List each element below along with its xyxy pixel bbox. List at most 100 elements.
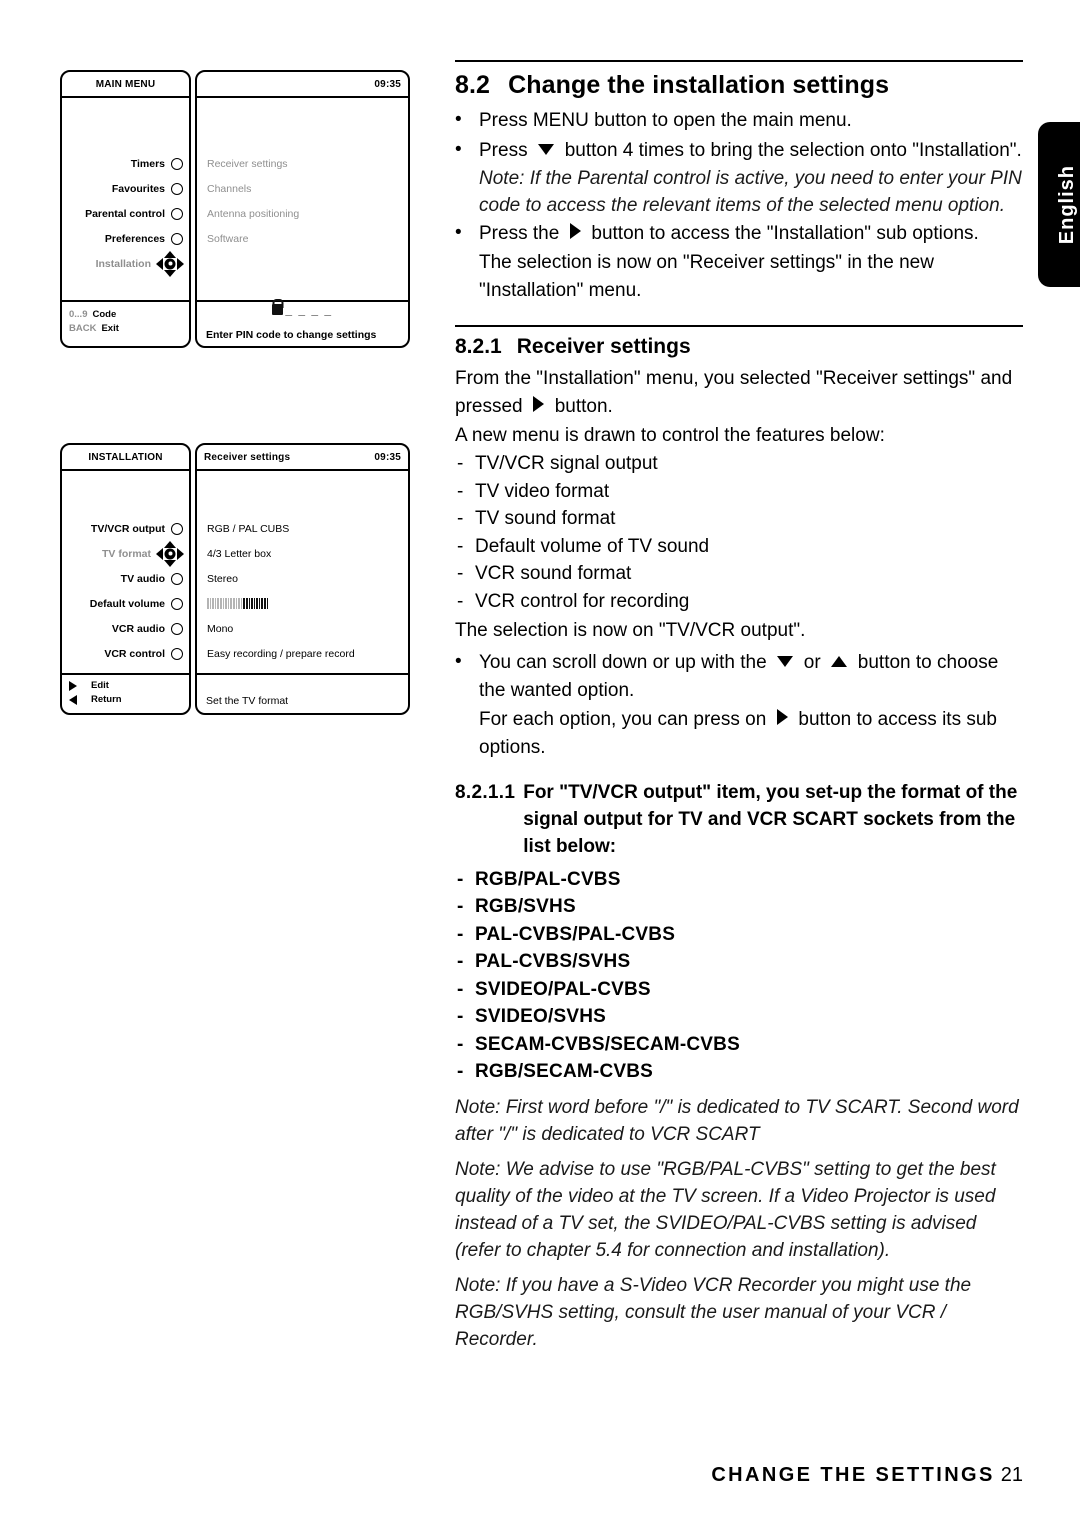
menu-item-tv-vcr-output[interactable]: TV/VCR output — [90, 516, 183, 541]
bullet-text: You can scroll down or up with the or bu… — [479, 649, 1023, 706]
bullet-text-pre: Press — [479, 139, 528, 161]
radio-icon[interactable] — [171, 597, 183, 610]
list-item-label: SVIDEO/SVHS — [475, 1006, 607, 1027]
value-vcr-audio[interactable]: Mono — [207, 616, 355, 641]
dash-marker: - — [457, 1006, 464, 1027]
hint-return: Return — [69, 693, 122, 707]
list-item: - SECAM-CVBS/SECAM-CVBS — [455, 1031, 1023, 1059]
radio-icon[interactable] — [171, 622, 183, 635]
installation-title: INSTALLATION — [62, 445, 189, 471]
list-item-label: SVIDEO/PAL-CVBS — [475, 978, 651, 1000]
bullet-text-pre: You can scroll down or up with the — [479, 651, 767, 673]
dpad-up-icon — [164, 250, 176, 258]
value-tv-format[interactable]: 4/3 Letter box — [207, 541, 355, 566]
value-vcr-control[interactable]: Easy recording / prepare record — [207, 641, 355, 666]
menu-item-label: Installation — [95, 257, 151, 270]
main-menu-right-footer: _ _ _ _ Enter PIN code to change setting… — [197, 300, 408, 346]
language-tab: English — [1038, 122, 1080, 287]
bullet-scroll-options: You can scroll down or up with the or bu… — [455, 648, 1023, 763]
menu-item-label: Parental control — [85, 207, 165, 220]
hint-value: Return — [91, 694, 122, 705]
radio-icon[interactable] — [171, 647, 183, 660]
dash-marker: - — [457, 1061, 464, 1082]
pin-footer-message: Enter PIN code to change settings — [206, 329, 377, 341]
submenu-item-channels[interactable]: Channels — [207, 176, 299, 201]
radio-icon[interactable] — [171, 232, 183, 245]
submenu-item-antenna-positioning[interactable]: Antenna positioning — [207, 201, 299, 226]
dpad-navigation-icon[interactable] — [156, 250, 184, 277]
radio-icon[interactable] — [171, 207, 183, 220]
radio-icon[interactable] — [171, 182, 183, 195]
hint-exit: BACK Exit — [69, 322, 119, 336]
list-item: - RGB/SECAM-CVBS — [455, 1058, 1023, 1086]
article-content: 8.2 Change the installation settings Pre… — [455, 60, 1023, 1353]
dash-marker: - — [457, 480, 464, 502]
list-item: - Default volume of TV sound — [455, 533, 1023, 561]
bullet-text-mid: or — [803, 651, 821, 673]
bullet-text-post: button 4 times to bring the selection on… — [564, 139, 1022, 161]
dpad-navigation-icon[interactable] — [156, 540, 184, 567]
receiver-settings-value-list: RGB / PAL CUBS 4/3 Letter box Stereo Mon… — [207, 516, 355, 666]
menu-item-vcr-audio[interactable]: VCR audio — [90, 616, 183, 641]
play-right-triangle-icon — [69, 681, 77, 691]
dpad-center-icon — [164, 548, 176, 559]
main-menu-hints: 0...9 Code BACK Exit — [69, 308, 119, 336]
value-tv-vcr-output[interactable]: RGB / PAL CUBS — [207, 516, 355, 541]
list-item-label: PAL-CVBS/SVHS — [475, 951, 631, 972]
installation-submenu-list: Receiver settings Channels Antenna posit… — [207, 151, 299, 251]
clock-display: 09:35 — [374, 451, 401, 463]
menu-item-tv-audio[interactable]: TV audio — [90, 566, 183, 591]
value-tv-audio[interactable]: Stereo — [207, 566, 355, 591]
dpad-left-icon — [156, 547, 163, 560]
menu-item-default-volume[interactable]: Default volume — [90, 591, 183, 616]
menu-item-label: Favourites — [111, 182, 165, 195]
dash-marker: - — [457, 590, 464, 612]
figure-installation-menu: INSTALLATION TV/VCR output TV format TV … — [60, 443, 410, 715]
submenu-item-receiver-settings[interactable]: Receiver settings — [207, 151, 299, 176]
radio-icon[interactable] — [171, 157, 183, 170]
paragraph-from-installation-menu: From the "Installation" menu, you select… — [455, 365, 1023, 422]
main-menu-body: Timers Favourites Parental control Prefe… — [62, 98, 189, 300]
hint-key: 0...9 — [69, 309, 88, 320]
page-footer: CHANGE THE SETTINGS 21 — [455, 1464, 1023, 1487]
volume-meter-icon[interactable] — [207, 598, 269, 609]
lock-icon — [272, 304, 284, 315]
menu-item-tv-format[interactable]: TV format — [90, 540, 184, 567]
menu-item-vcr-control[interactable]: VCR control — [90, 641, 183, 666]
list-item-label: Default volume of TV sound — [475, 535, 710, 557]
radio-icon[interactable] — [171, 572, 183, 585]
menu-item-favourites[interactable]: Favourites — [85, 176, 183, 201]
radio-icon[interactable] — [171, 522, 183, 535]
clock-display: 09:35 — [374, 78, 401, 90]
submenu-item-software[interactable]: Software — [207, 226, 299, 251]
menu-item-label: Timers — [130, 157, 165, 170]
dpad-right-icon — [177, 257, 184, 270]
menu-item-label: VCR audio — [111, 622, 165, 635]
dash-marker: - — [457, 978, 464, 1000]
pin-entry-area[interactable]: _ _ _ _ — [197, 304, 408, 316]
section-title: Change the installation settings — [508, 71, 890, 99]
feature-list: - TV/VCR signal output - TV video format -… — [455, 450, 1023, 615]
value-default-volume[interactable] — [207, 591, 355, 616]
menu-item-label: TV audio — [120, 572, 165, 585]
dpad-left-icon — [156, 257, 163, 270]
hint-value: Exit — [101, 323, 119, 334]
list-item-label: RGB/SVHS — [475, 896, 576, 917]
list-item: - PAL-CVBS/PAL-CVBS — [455, 921, 1023, 949]
list-item-label: RGB/PAL-CVBS — [475, 868, 621, 890]
main-menu-right-pane: 09:35 Receiver settings Channels Antenna… — [195, 70, 410, 348]
menu-item-parental-control[interactable]: Parental control — [85, 201, 183, 226]
subsection-divider-rule — [455, 324, 1023, 327]
list-item: - VCR sound format — [455, 560, 1023, 588]
dpad-right-icon — [177, 547, 184, 560]
menu-item-preferences[interactable]: Preferences — [85, 226, 183, 251]
menu-item-timers[interactable]: Timers — [85, 151, 183, 176]
right-arrow-icon — [533, 396, 545, 412]
right-arrow-icon — [569, 223, 581, 239]
main-menu-right-body: Receiver settings Channels Antenna posit… — [197, 98, 408, 300]
menu-item-installation[interactable]: Installation — [85, 250, 184, 277]
bullet-secondary-line: For each option, you can press on button… — [479, 706, 1023, 763]
format-list: - RGB/PAL-CVBS - RGB/SVHS - PAL-CVBS/PAL-CV… — [455, 866, 1023, 1086]
dash-marker: - — [457, 563, 464, 584]
menu-item-label: Preferences — [104, 232, 165, 245]
